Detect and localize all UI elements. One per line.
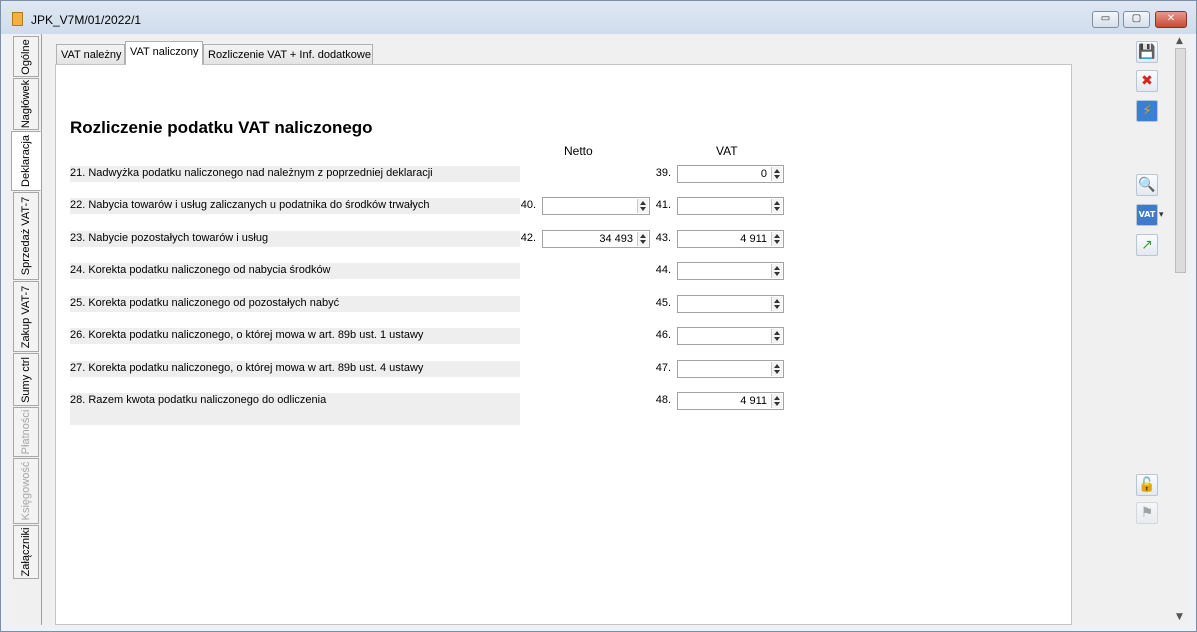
calculate-icon[interactable]: ⚡ [1136,100,1158,122]
vtab-label: Ogólne [20,38,32,75]
vat-column-header: VAT [716,144,738,158]
row-label-27: 27. Korekta podatku naliczonego, o które… [70,361,520,377]
vat-field-number-44: 44. [655,264,671,276]
netto-field-number-40: 40. [520,199,536,211]
netto-field-number-42: 42. [520,232,536,244]
cancel-icon[interactable]: ✖ [1136,70,1158,92]
vtab-label: Załączniki [20,527,32,577]
row-label-21: 21. Nadwyżka podatku naliczonego nad nal… [70,166,520,182]
vat-field-number-48: 48. [655,394,671,406]
export-icon[interactable]: ↗ [1136,234,1158,256]
spinner-arrows-icon[interactable] [771,232,782,246]
row-label-22: 22. Nabycia towarów i usług zaliczanych … [70,198,520,214]
vtab-label: Sumy ctrl [20,356,32,403]
window-content: Ogólne Nagłówek Deklaracja Sprzedaż VAT-… [9,34,1188,625]
vtab-ogolne[interactable]: Ogólne [13,36,39,77]
vat-field-number-39: 39. [655,167,671,179]
vat-field-41[interactable] [677,197,784,215]
field-value: 34 493 [599,233,633,245]
vtab-ksiegowosc: Księgowość [13,458,39,524]
tab-rozliczenie-vat[interactable]: Rozliczenie VAT + Inf. dodatkowe [203,44,373,65]
vat-field-44[interactable] [677,262,784,280]
tab-vat-nalezny[interactable]: VAT należny [56,44,125,65]
row-label-23: 23. Nabycie pozostałych towarów i usług [70,231,520,247]
scroll-thumb[interactable] [1175,48,1186,273]
field-value: 0 [760,168,767,180]
vat-field-39[interactable]: 0 [677,165,784,183]
main-area: VAT należny VAT naliczony Rozliczenie VA… [41,34,1122,625]
netto-column-header: Netto [564,144,593,158]
netto-field-40[interactable] [542,197,650,215]
vertical-scrollbar[interactable]: ▲ ▼ [1173,34,1188,625]
vtab-label: Deklaracja [20,135,32,187]
vat-field-45[interactable] [677,295,784,313]
vat-field-number-46: 46. [655,329,671,341]
field-value: 4 911 [740,395,767,407]
vtab-sprzedaz-vat7[interactable]: Sprzedaż VAT-7 [13,192,39,280]
vtab-naglowek[interactable]: Nagłówek [13,78,39,130]
vat-field-43[interactable]: 4 911 [677,230,784,248]
row-label-24: 24. Korekta podatku naliczonego od nabyc… [70,263,520,279]
row-label-28: 28. Razem kwota podatku naliczonego do o… [70,393,520,425]
vtab-label: Sprzedaż VAT-7 [20,196,32,276]
netto-field-42[interactable]: 34 493 [542,230,650,248]
vat-field-48[interactable]: 4 911 [677,392,784,410]
maximize-button[interactable]: ▢ [1123,11,1150,28]
spinner-arrows-icon[interactable] [771,264,782,278]
spinner-arrows-icon[interactable] [771,362,782,376]
vtab-platnosci: Płatności [13,407,39,457]
vtab-zakup-vat7[interactable]: Zakup VAT-7 [13,281,39,352]
title-bar: JPK_V7M/01/2022/1 ▭ ▢ ✕ [1,1,1196,34]
vtab-label: Nagłówek [20,79,32,129]
chevron-down-icon[interactable]: ▾ [1159,210,1164,220]
vat-field-47[interactable] [677,360,784,378]
window-title: JPK_V7M/01/2022/1 [31,13,142,27]
preview-icon[interactable]: 🔍 [1136,174,1158,196]
row-label-25: 25. Korekta podatku naliczonego od pozos… [70,296,520,312]
vtab-sumy-ctrl[interactable]: Sumy ctrl [13,353,39,406]
app-window: JPK_V7M/01/2022/1 ▭ ▢ ✕ Ogólne Nagłówek … [0,0,1197,632]
vtab-label: Zakup VAT-7 [20,285,32,348]
vtab-zalaczniki[interactable]: Załączniki [13,525,39,579]
spinner-arrows-icon[interactable] [771,329,782,343]
minimize-button[interactable]: ▭ [1092,11,1119,28]
spinner-arrows-icon[interactable] [771,167,782,181]
scroll-down-icon[interactable]: ▼ [1176,612,1183,622]
close-button[interactable]: ✕ [1155,11,1187,28]
form-panel: Rozliczenie podatku VAT naliczonego Nett… [55,64,1072,625]
row-label-26: 26. Korekta podatku naliczonego, o które… [70,328,520,344]
form-heading: Rozliczenie podatku VAT naliczonego [70,118,373,137]
vat-field-number-43: 43. [655,232,671,244]
document-icon [12,12,23,26]
vat-field-number-47: 47. [655,362,671,374]
vat-field-number-41: 41. [655,199,671,211]
spinner-arrows-icon[interactable] [771,199,782,213]
flag-icon: ⚑ [1136,502,1158,524]
vat-icon[interactable]: VAT [1136,204,1158,226]
right-toolbar: 💾 ✖ ⚡ 🔍 VAT ▾ ↗ 🔓 ⚑ [1121,34,1173,625]
spinner-arrows-icon[interactable] [771,297,782,311]
vtab-label: Płatności [20,409,32,455]
spinner-arrows-icon[interactable] [771,394,782,408]
scroll-up-icon[interactable]: ▲ [1176,36,1183,46]
vtab-label: Księgowość [20,461,32,521]
vat-field-46[interactable] [677,327,784,345]
lock-icon[interactable]: 🔓 [1136,474,1158,496]
vertical-tab-strip: Ogólne Nagłówek Deklaracja Sprzedaż VAT-… [9,34,41,625]
tab-vat-naliczony[interactable]: VAT naliczony [125,41,203,65]
save-icon[interactable]: 💾 [1136,41,1158,63]
vtab-deklaracja[interactable]: Deklaracja [11,131,41,191]
field-value: 4 911 [740,233,767,245]
vat-field-number-45: 45. [655,297,671,309]
